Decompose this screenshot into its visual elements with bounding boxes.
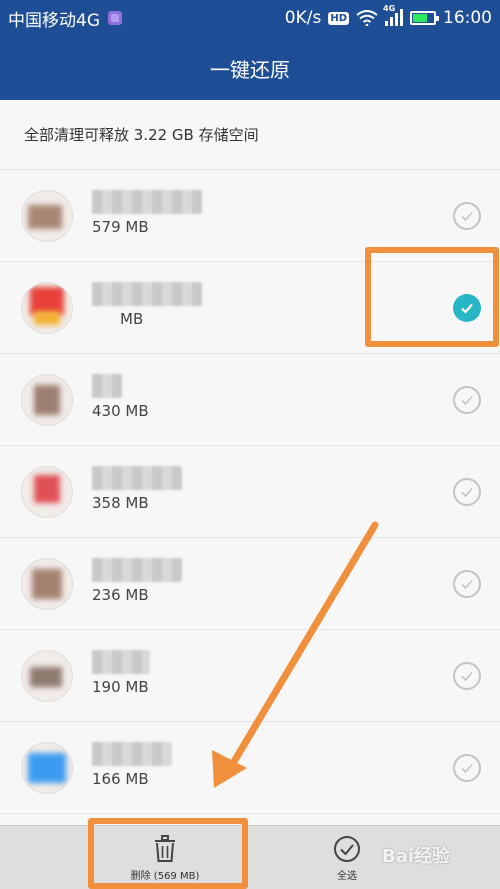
app-size: MB — [120, 310, 144, 328]
cellular-signal-icon: 4G — [383, 4, 403, 26]
app-size: 166 MB — [92, 770, 149, 788]
select-all-label: 全选 — [337, 871, 357, 882]
app-icon — [21, 557, 73, 610]
checkmark-icon — [461, 579, 473, 589]
app-name-redacted — [92, 466, 182, 490]
watermark: Bai经验 — [382, 846, 451, 867]
list-item[interactable]: 190 MB — [0, 630, 500, 722]
app-name-redacted — [92, 558, 182, 582]
check-circle-icon — [334, 836, 360, 862]
checkmark-icon — [461, 487, 473, 497]
select-all-button[interactable]: 全选 — [317, 826, 377, 882]
list-item[interactable]: 430 MB — [0, 354, 500, 446]
checkmark-icon — [461, 211, 473, 221]
select-checkbox[interactable] — [453, 753, 481, 782]
list-item[interactable]: 166 MB — [0, 722, 500, 814]
network-speed: 0K/s — [284, 8, 322, 28]
battery-level-fill — [413, 14, 427, 22]
app-name-redacted — [92, 742, 172, 766]
app-icon — [21, 373, 73, 426]
clock: 16:00 — [443, 8, 492, 28]
select-checkbox[interactable] — [453, 477, 481, 506]
app-size: 190 MB — [92, 678, 149, 696]
checkmark-icon — [461, 763, 473, 773]
app-size: 236 MB — [92, 586, 149, 604]
app-name-redacted — [92, 282, 202, 306]
app-icon — [21, 741, 73, 794]
app-icon — [21, 649, 73, 702]
storage-summary: 全部清理可释放 3.22 GB 存储空间 — [0, 100, 500, 170]
select-checkbox[interactable] — [453, 569, 481, 598]
app-icon — [21, 465, 73, 518]
app-size: 358 MB — [92, 494, 149, 512]
checkmark-icon — [461, 395, 473, 405]
app-icon — [21, 281, 73, 334]
carrier-label: 中国移动4G — [8, 10, 100, 31]
highlight-box-delete — [88, 818, 248, 889]
list-item[interactable]: 358 MB — [0, 446, 500, 538]
hd-voice-icon: HD — [328, 11, 349, 25]
app-size: 430 MB — [92, 402, 149, 420]
app-size: 579 MB — [92, 218, 149, 236]
status-bar: 中国移动4G 0K/s HD 4G 16:00 — [0, 0, 500, 36]
highlight-box-checkbox — [365, 247, 499, 347]
select-checkbox[interactable] — [453, 385, 481, 414]
gallery-notification-icon — [108, 11, 122, 25]
battery-icon — [410, 11, 439, 25]
app-name-redacted — [92, 650, 150, 674]
page-title: 一键还原 — [210, 57, 290, 82]
wifi-icon — [356, 10, 378, 26]
app-name-redacted — [92, 374, 122, 398]
checkmark-icon — [461, 671, 473, 681]
select-checkbox[interactable] — [453, 661, 481, 690]
list-item[interactable]: 236 MB — [0, 538, 500, 630]
title-bar: 一键还原 — [0, 36, 500, 100]
select-checkbox[interactable] — [453, 201, 481, 230]
app-icon — [21, 189, 73, 242]
app-name-redacted — [92, 190, 202, 214]
